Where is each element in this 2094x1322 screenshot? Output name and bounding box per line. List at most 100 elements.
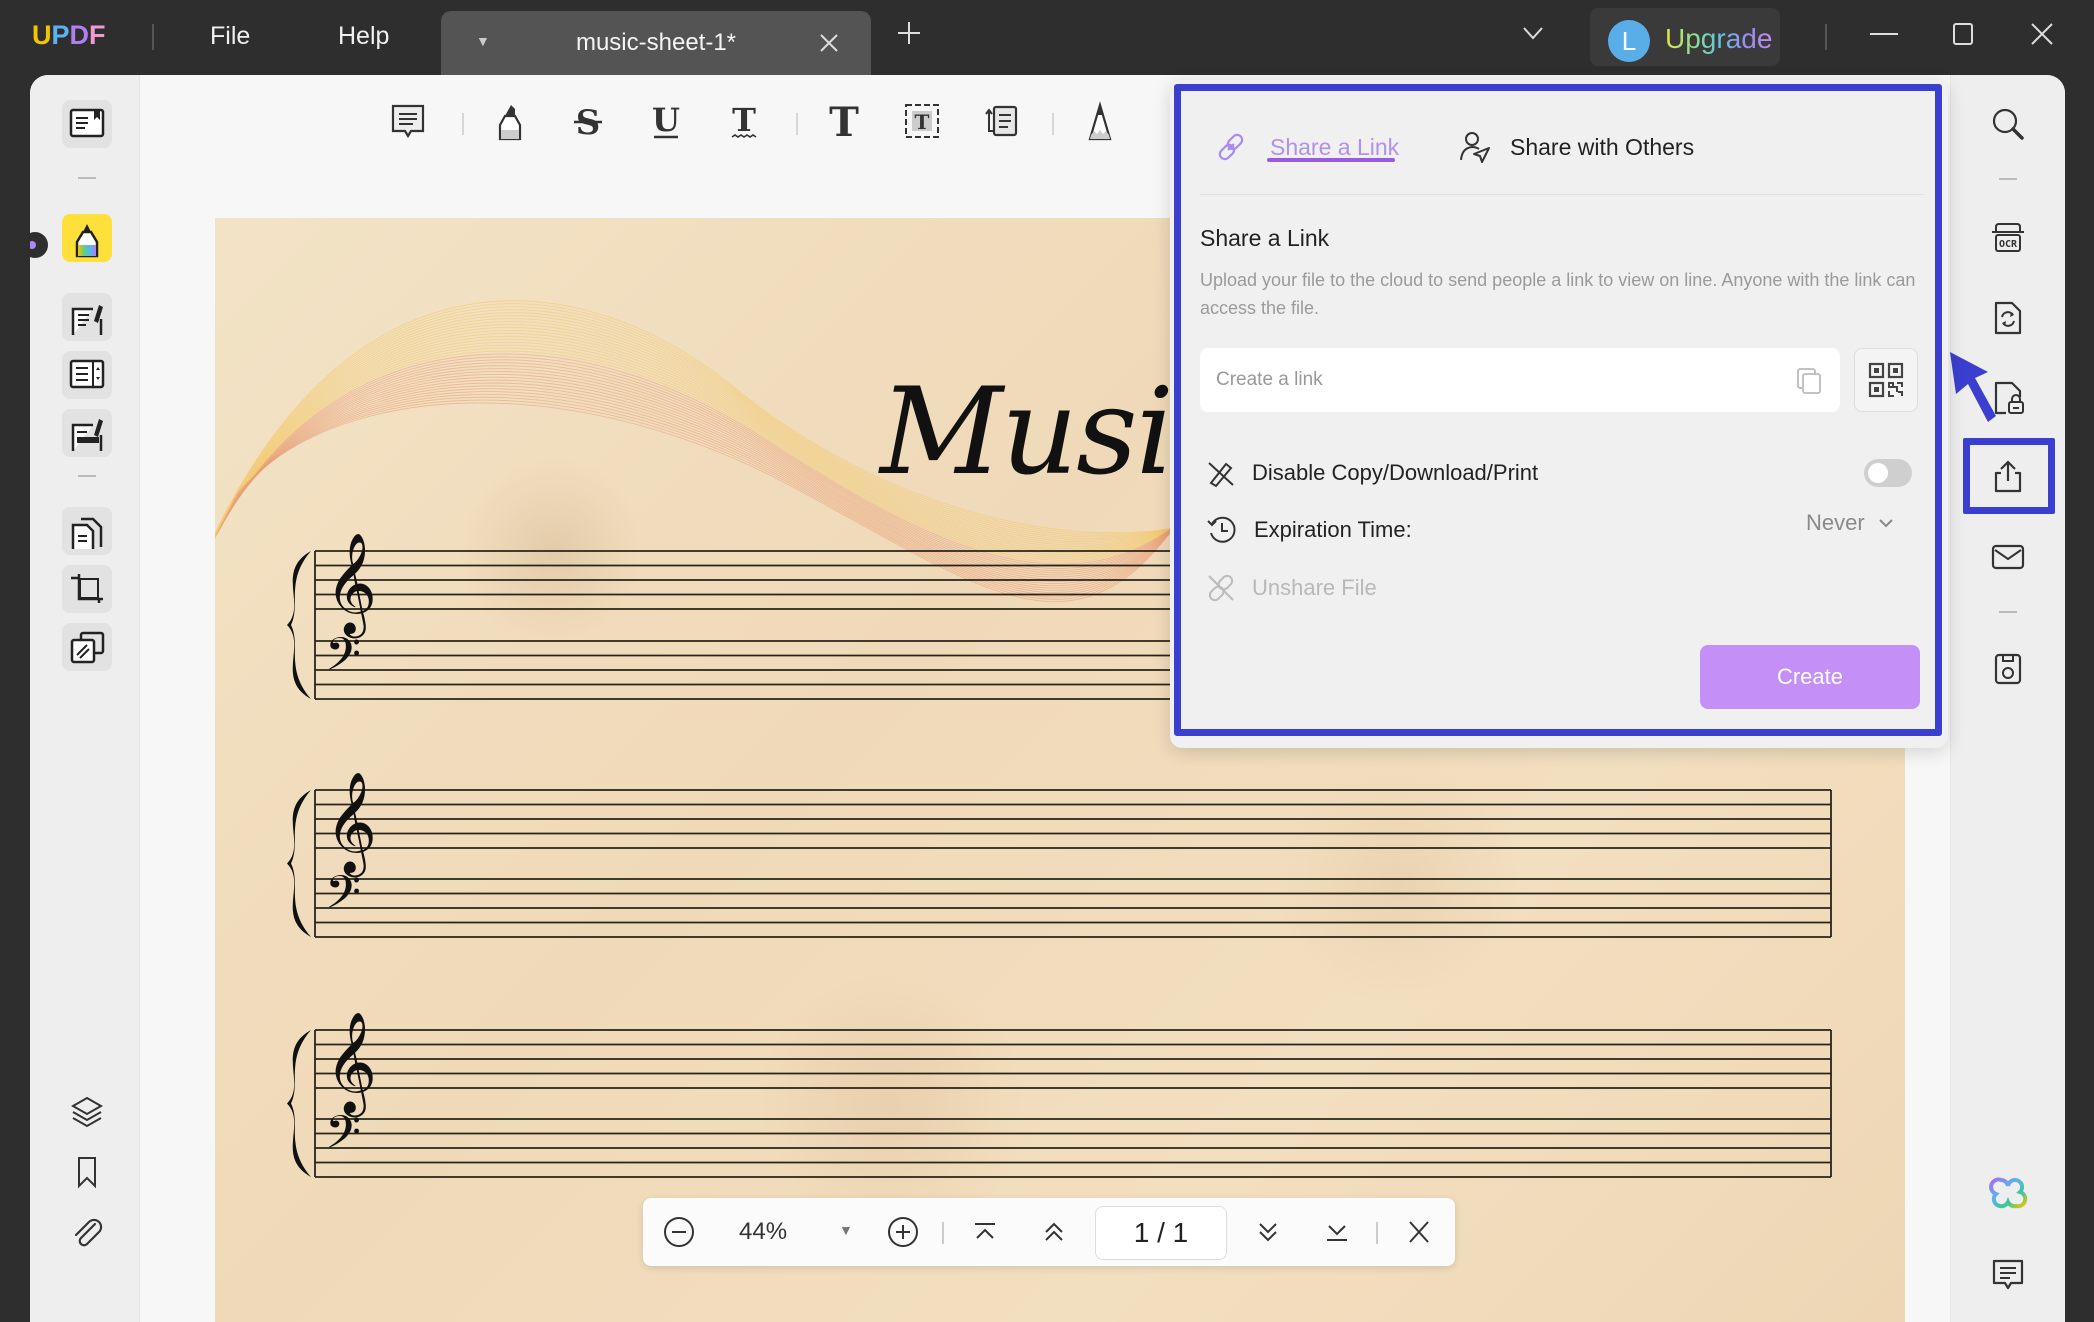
tool-underline[interactable]: U [642, 97, 690, 145]
unshare-file-button[interactable]: Unshare File [1206, 568, 1377, 608]
divider [78, 475, 96, 477]
search-button[interactable] [1984, 100, 2032, 148]
fill-sign-icon [71, 419, 103, 451]
paperclip-icon [74, 1218, 103, 1247]
ocr-button[interactable]: OCR [1984, 213, 2032, 261]
convert-button[interactable] [1984, 293, 2032, 341]
tabs-overflow-chevron-icon[interactable] [1518, 18, 1548, 48]
sidebar-item-crop[interactable] [62, 565, 112, 613]
tool-highlight[interactable] [486, 97, 534, 145]
section-description: Upload your file to the cloud to send pe… [1200, 270, 1916, 318]
link-input[interactable] [1216, 348, 1776, 412]
minimize-button[interactable] [1864, 16, 1904, 56]
zoom-in-button[interactable] [883, 1212, 923, 1252]
tool-text-box[interactable]: T [898, 97, 946, 145]
create-link-button[interactable]: Create [1700, 645, 1920, 709]
organize-pages-icon [71, 517, 103, 549]
sticky-note-icon [391, 104, 425, 139]
tool-sticky-note[interactable] [384, 97, 432, 145]
tool-text-comment[interactable]: T [820, 97, 868, 145]
first-page-button[interactable] [965, 1212, 1005, 1252]
sidebar-item-comment[interactable] [62, 214, 112, 262]
sidebar-item-organize-pages[interactable] [62, 507, 112, 555]
svg-text:T: T [732, 101, 756, 139]
close-window-button[interactable] [2022, 16, 2062, 56]
close-navigation-button[interactable] [1399, 1212, 1439, 1252]
previous-page-button[interactable] [1034, 1212, 1074, 1252]
section-heading: Share a Link [1200, 225, 1330, 251]
logo-letter: P [51, 20, 70, 50]
ai-assistant-button[interactable] [1984, 1170, 2032, 1218]
sidebar-item-edit-pdf[interactable] [62, 293, 112, 341]
copy-link-button[interactable] [1794, 366, 1824, 396]
upgrade-label: Upgrade [1665, 23, 1773, 54]
divider [1200, 194, 1924, 195]
new-tab-button[interactable] [896, 20, 922, 46]
tool-strikethrough[interactable]: S [564, 97, 612, 145]
svg-text:U: U [652, 101, 680, 139]
menu-file[interactable]: File [210, 22, 250, 51]
expiration-select[interactable]: Never [1806, 510, 1895, 536]
page-navigation-bar: 44% ▼ 1 / 1 [643, 1198, 1455, 1266]
tab-close-icon[interactable] [817, 25, 841, 55]
redact-icon [70, 631, 105, 664]
disable-copy-row: Disable Copy/Download/Print [1206, 453, 1538, 493]
link-icon [1218, 133, 1244, 161]
tab-title: music-sheet-1* [575, 29, 737, 56]
divider [1999, 611, 2017, 613]
highlighter-color-icon [75, 224, 99, 258]
divider [152, 24, 154, 50]
logo-letter: D [69, 20, 90, 50]
reader-icon [69, 108, 105, 138]
tab-label: Share with Others [1510, 133, 1695, 160]
last-page-button[interactable] [1317, 1212, 1357, 1252]
zoom-level[interactable]: 44% [739, 1218, 787, 1246]
maximize-button[interactable] [1943, 16, 1983, 56]
sidebar-item-redact[interactable] [62, 623, 112, 671]
link-field-container [1200, 348, 1840, 412]
zoom-dropdown-icon[interactable]: ▼ [839, 1222, 853, 1238]
tab-share-a-link[interactable]: Share a Link [1214, 122, 1399, 172]
tool-pencil[interactable] [1076, 97, 1124, 145]
sidebar-item-attachments[interactable] [62, 1208, 112, 1256]
expiration-value: Never [1806, 510, 1865, 535]
bookmark-icon [78, 1157, 96, 1189]
svg-text:T: T [915, 110, 930, 134]
tab-share-with-others[interactable]: Share with Others [1458, 122, 1694, 172]
zoom-out-button[interactable] [659, 1212, 699, 1252]
sidebar-item-fill-sign[interactable] [62, 409, 112, 457]
disable-copy-label: Disable Copy/Download/Print [1252, 460, 1539, 485]
divider [462, 113, 464, 135]
page-number-input[interactable]: 1 / 1 [1095, 1206, 1227, 1260]
brace [287, 1030, 311, 1177]
treble-clef: 𝄞 [325, 1010, 377, 1118]
pencil-icon [1088, 101, 1112, 141]
treble-clef: 𝄞 [325, 531, 377, 639]
sidebar-item-reader[interactable] [62, 100, 112, 148]
next-page-button[interactable] [1248, 1212, 1288, 1252]
tool-callout[interactable] [976, 97, 1024, 145]
layers-icon [70, 1096, 104, 1128]
divider [1052, 113, 1054, 135]
sidebar-item-bookmarks[interactable] [62, 1148, 112, 1196]
comment-list-icon [1992, 1259, 2024, 1290]
right-sidebar: OCR [1950, 75, 2065, 1322]
disable-copy-toggle[interactable] [1864, 459, 1912, 487]
tool-squiggly[interactable]: T [720, 97, 768, 145]
document-tab[interactable]: ▼ music-sheet-1* [441, 11, 871, 75]
unlink-icon [1208, 574, 1234, 602]
email-button[interactable] [1984, 533, 2032, 581]
menu-help[interactable]: Help [338, 22, 389, 51]
callout-icon [985, 105, 1018, 137]
qr-code-button[interactable] [1854, 348, 1918, 412]
sidebar-item-form[interactable] [62, 351, 112, 399]
comments-panel-button[interactable] [1984, 1250, 2032, 1298]
avatar[interactable]: L [1608, 20, 1650, 62]
save-button[interactable] [1984, 645, 2032, 693]
upgrade-button[interactable]: L Upgrade [1590, 8, 1780, 66]
email-icon [1991, 544, 2025, 570]
first-page-icon [975, 1223, 995, 1239]
sidebar-item-layers[interactable] [62, 1088, 112, 1136]
title-bar: UPDF File Help ▼ music-sheet-1* L Upgrad… [0, 0, 2094, 75]
divider [1376, 1222, 1378, 1244]
